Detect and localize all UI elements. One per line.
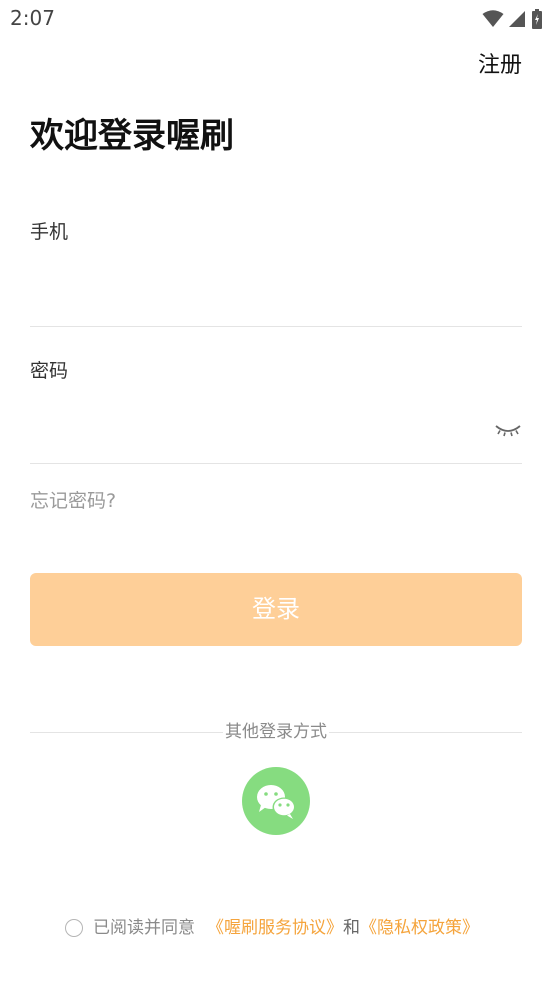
forgot-password-link[interactable]: 忘记密码?: [30, 489, 116, 513]
agreement-row: 已阅读并同意 《喔刷服务协议》 和 《隐私权政策》: [65, 915, 479, 941]
phone-label: 手机: [30, 221, 69, 243]
other-login-heading: 其他登录方式: [0, 721, 552, 743]
wechat-login-button[interactable]: [242, 767, 310, 835]
status-bar: 2:07: [0, 0, 552, 38]
phone-divider: [30, 326, 522, 327]
agreement-prefix: 已阅读并同意: [93, 918, 195, 938]
battery-charging-icon: [532, 9, 542, 29]
agreement-conjunction: 和: [343, 918, 360, 938]
cell-signal-icon: [508, 10, 526, 28]
login-button[interactable]: 登录: [30, 573, 522, 646]
page-title: 欢迎登录喔刷: [30, 116, 234, 156]
status-time: 2:07: [10, 6, 55, 30]
service-agreement-link[interactable]: 《喔刷服务协议》: [207, 915, 343, 941]
other-login-label: 其他登录方式: [223, 722, 329, 742]
eye-closed-icon[interactable]: [494, 420, 522, 442]
wifi-icon: [482, 10, 504, 28]
password-divider: [30, 463, 522, 464]
password-label: 密码: [30, 360, 69, 382]
login-screen: 2:07 注册 欢迎登录喔刷 手机 密码 忘记密码? 登录 其他登录方式 已阅读…: [0, 0, 552, 983]
privacy-policy-link[interactable]: 《隐私权政策》: [360, 915, 479, 941]
phone-input[interactable]: [30, 272, 492, 312]
register-link[interactable]: 注册: [478, 52, 522, 80]
wechat-icon: [257, 785, 296, 819]
agree-checkbox[interactable]: [65, 919, 83, 937]
password-input[interactable]: [30, 412, 470, 452]
status-icons: [482, 8, 542, 30]
